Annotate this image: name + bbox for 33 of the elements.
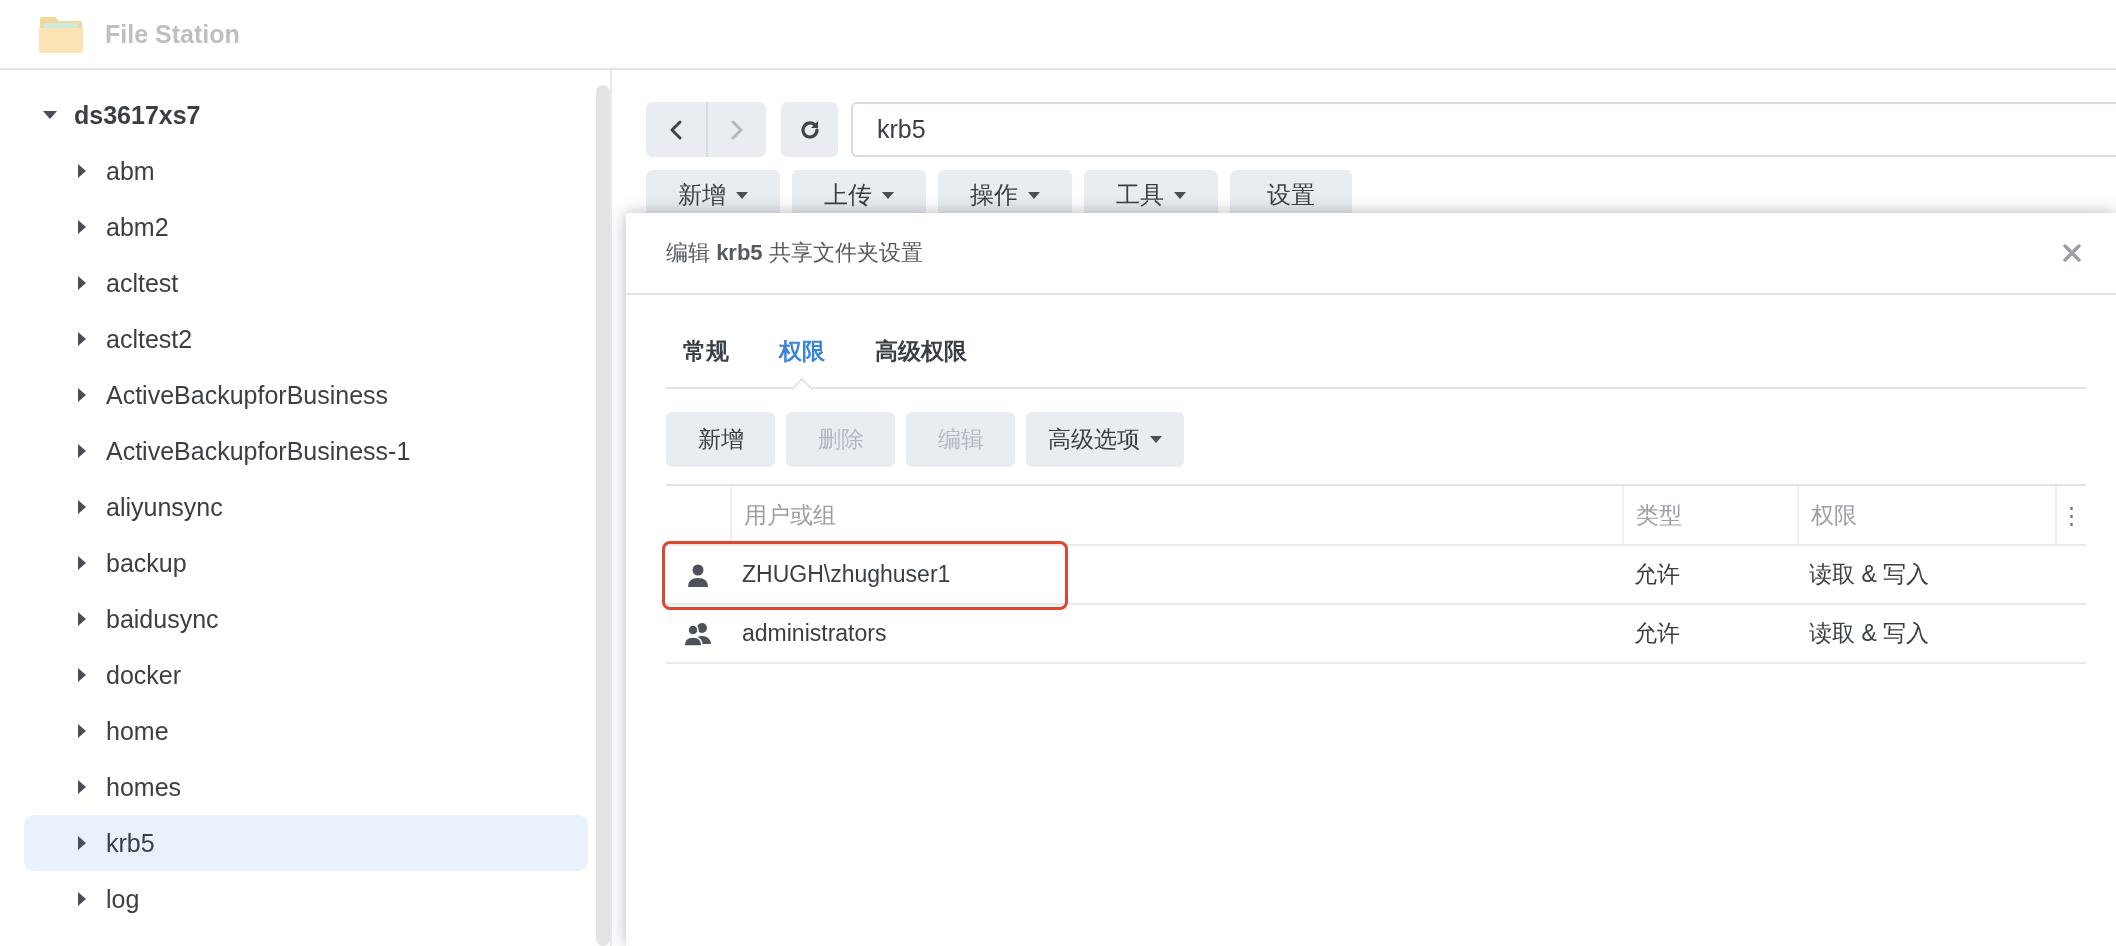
path-field[interactable]: krb5 — [851, 102, 2116, 157]
tree-item[interactable]: ActiveBackupforBusiness-1 — [24, 423, 588, 479]
tree-item[interactable]: ds3617xs7 — [24, 87, 588, 143]
tree-item[interactable]: log — [24, 871, 588, 927]
tree-item[interactable]: home — [24, 703, 588, 759]
tree-item[interactable]: acltest2 — [24, 311, 588, 367]
tree-item[interactable]: baidusync — [24, 591, 588, 647]
table-cell-text: 允许 — [1633, 619, 1681, 648]
tree-item[interactable]: acltest — [24, 255, 588, 311]
table-cell-text: administrators — [741, 620, 888, 647]
table-cell-text: ZHUGH\zhughuser1 — [741, 561, 952, 588]
tree-item[interactable]: ActiveBackupforBusiness — [24, 367, 588, 423]
tree-item[interactable]: krb5 — [24, 815, 588, 871]
tab[interactable]: 高级权限 — [858, 322, 984, 387]
tree-item[interactable]: docker — [24, 647, 588, 703]
scrollbar[interactable] — [596, 85, 610, 946]
tree-item[interactable]: abm — [24, 143, 588, 199]
close-icon — [2062, 243, 2082, 263]
folder-icon — [38, 14, 84, 54]
refresh-button[interactable] — [781, 102, 838, 157]
tree-item[interactable]: homes — [24, 759, 588, 815]
tree-item[interactable]: abm2 — [24, 199, 588, 255]
tree-item[interactable]: backup — [24, 535, 588, 591]
app-title: File Station — [105, 19, 240, 49]
column-menu[interactable]: ⋮ — [2060, 501, 2083, 529]
table-cell-text: 读取 & 写入 — [1808, 560, 1931, 589]
table-cell-text: 允许 — [1633, 560, 1681, 589]
tab[interactable]: 常规 — [666, 322, 746, 387]
tree-item[interactable]: aliyunsync — [24, 479, 588, 535]
dialog-title: 编辑 krb5 共享文件夹设置 — [666, 239, 923, 267]
action-button[interactable]: 高级选项 — [1026, 412, 1184, 467]
action-button[interactable]: 新增 — [666, 412, 775, 467]
table-cell-text: 读取 & 写入 — [1808, 619, 1931, 648]
